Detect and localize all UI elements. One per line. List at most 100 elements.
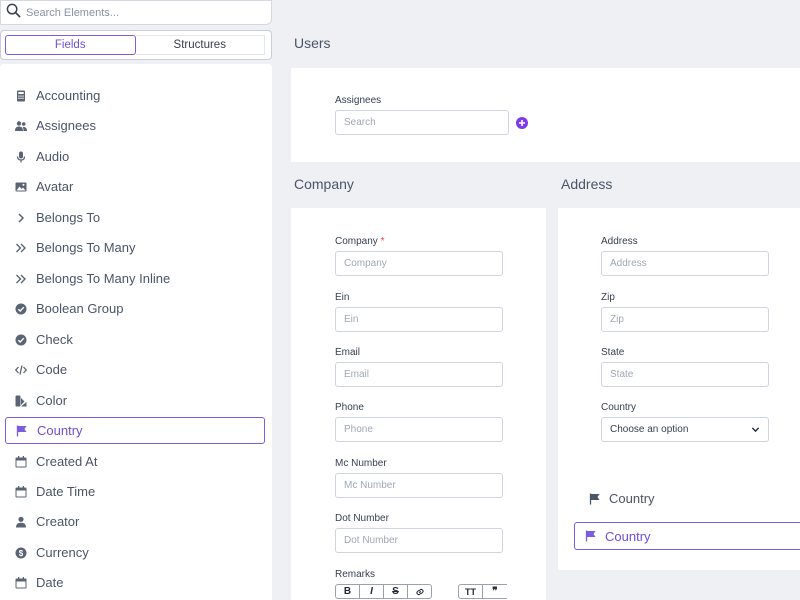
ein-label: Ein bbox=[335, 292, 350, 303]
sidebar-item-label: Assignees bbox=[36, 118, 96, 133]
double-chevron-right-icon bbox=[14, 272, 27, 285]
sidebar-item-check[interactable]: Check bbox=[5, 326, 265, 353]
remarks-label: Remarks bbox=[335, 569, 376, 580]
microphone-icon bbox=[14, 150, 27, 163]
country-select-value: Choose an option bbox=[610, 424, 689, 435]
sidebar-item-belongs-to[interactable]: Belongs To bbox=[5, 204, 265, 231]
drop-target-country[interactable]: Country bbox=[574, 522, 800, 550]
address-panel: Address Zip State Country Choose an opti… bbox=[558, 208, 800, 570]
sidebar-item-date[interactable]: Date bbox=[5, 569, 265, 596]
dollar-circle-icon: $ bbox=[14, 546, 27, 559]
sidebar-item-label: Accounting bbox=[36, 88, 101, 103]
company-input[interactable] bbox=[335, 251, 503, 276]
sidebar-item-label: Currency bbox=[36, 545, 89, 560]
sidebar-item-belongs-to-many-inline[interactable]: Belongs To Many Inline bbox=[5, 265, 265, 292]
address-label: Address bbox=[601, 236, 638, 247]
search-input[interactable] bbox=[26, 6, 256, 19]
sidebar-item-label: Code bbox=[36, 362, 68, 377]
tab-structures[interactable]: Structures bbox=[135, 35, 265, 55]
italic-button[interactable]: I bbox=[359, 584, 384, 599]
sidebar-item-currency[interactable]: $ Currency bbox=[5, 539, 265, 566]
company-section-title: Company bbox=[294, 176, 354, 192]
country-select[interactable]: Choose an option bbox=[601, 417, 769, 442]
sidebar-item-date-time[interactable]: Date Time bbox=[5, 478, 265, 505]
calendar-icon bbox=[14, 455, 27, 468]
chevron-right-icon bbox=[14, 211, 27, 224]
sidebar-item-label: Creator bbox=[36, 514, 80, 529]
state-input[interactable] bbox=[601, 362, 769, 387]
drop-target-label: Country bbox=[605, 528, 651, 544]
required-indicator: * bbox=[380, 236, 385, 247]
sidebar-item-label: Belongs To bbox=[36, 210, 101, 225]
sidebar-item-label: Belongs To Many Inline bbox=[36, 271, 171, 286]
link-button[interactable] bbox=[407, 584, 432, 599]
sidebar-item-label: Color bbox=[36, 393, 68, 408]
mc-number-input[interactable] bbox=[335, 473, 503, 498]
phone-label: Phone bbox=[335, 402, 364, 413]
sidebar-header: Fields Structures bbox=[0, 0, 272, 62]
zip-label: Zip bbox=[601, 292, 615, 303]
sidebar-item-label: Check bbox=[36, 332, 73, 347]
sidebar-item-color[interactable]: Color bbox=[5, 387, 265, 414]
remarks-toolbar-format: TT ❞ bbox=[458, 584, 507, 599]
palette-icon bbox=[14, 394, 27, 407]
email-input[interactable] bbox=[335, 362, 503, 387]
svg-text:$: $ bbox=[18, 549, 23, 558]
sidebar-item-avatar[interactable]: Avatar bbox=[5, 173, 265, 200]
users-icon bbox=[14, 119, 27, 132]
chevron-down-icon bbox=[751, 427, 760, 433]
dot-number-input[interactable] bbox=[335, 528, 503, 553]
dragged-country-field[interactable]: Country bbox=[589, 491, 655, 506]
zip-input[interactable] bbox=[601, 307, 769, 332]
country-label: Country bbox=[601, 402, 637, 413]
address-input[interactable] bbox=[601, 251, 769, 276]
user-icon bbox=[14, 515, 27, 528]
double-chevron-right-icon bbox=[14, 241, 27, 254]
flag-icon bbox=[589, 493, 600, 504]
sidebar-item-assignees[interactable]: Assignees bbox=[5, 112, 265, 139]
sidebar-item-label: Belongs To Many bbox=[36, 240, 136, 255]
dragged-field-label: Country bbox=[609, 491, 655, 506]
calendar-icon bbox=[14, 485, 27, 498]
search-icon bbox=[6, 3, 21, 23]
sidebar-item-audio[interactable]: Audio bbox=[5, 143, 265, 170]
heading-button[interactable]: TT bbox=[458, 584, 483, 599]
state-label: State bbox=[601, 347, 625, 358]
remarks-toolbar: B I S bbox=[335, 584, 432, 599]
flag-icon bbox=[15, 424, 28, 437]
users-section-title: Users bbox=[294, 35, 331, 51]
phone-input[interactable] bbox=[335, 417, 503, 442]
sidebar-item-accounting[interactable]: Accounting bbox=[5, 82, 265, 109]
sidebar-item-label: Created At bbox=[36, 454, 98, 469]
check-circle-icon bbox=[14, 333, 27, 346]
sidebar-item-created-at[interactable]: Created At bbox=[5, 448, 265, 475]
sidebar-item-label: Audio bbox=[36, 149, 70, 164]
sidebar-item-label: Date Time bbox=[36, 484, 96, 499]
sidebar-item-belongs-to-many[interactable]: Belongs To Many bbox=[5, 234, 265, 261]
ein-input[interactable] bbox=[335, 307, 503, 332]
company-panel: Company * Ein Email Phone Mc Number Dot … bbox=[291, 208, 546, 600]
sidebar-item-boolean-group[interactable]: Boolean Group bbox=[5, 295, 265, 322]
sidebar-item-country[interactable]: Country bbox=[5, 417, 265, 444]
sidebar-item-label: Country bbox=[37, 423, 83, 438]
add-assignee-button[interactable] bbox=[516, 117, 528, 129]
calculator-icon bbox=[14, 89, 27, 102]
calendar-icon bbox=[14, 576, 27, 589]
address-section-title: Address bbox=[561, 176, 613, 192]
users-panel: Assignees bbox=[291, 68, 800, 162]
sidebar-field-list: Accounting Assignees Audio Avatar Belong… bbox=[0, 64, 272, 600]
bold-button[interactable]: B bbox=[335, 584, 360, 599]
code-icon bbox=[14, 363, 27, 376]
assignees-search-input[interactable] bbox=[335, 110, 509, 135]
sidebar-item-code[interactable]: Code bbox=[5, 356, 265, 383]
tab-fields[interactable]: Fields bbox=[5, 35, 136, 55]
image-icon bbox=[14, 180, 27, 193]
sidebar-item-creator[interactable]: Creator bbox=[5, 508, 265, 535]
quote-button[interactable]: ❞ bbox=[482, 584, 507, 599]
dot-number-label: Dot Number bbox=[335, 513, 389, 524]
element-search[interactable] bbox=[0, 0, 272, 25]
sidebar-tabs: Fields Structures bbox=[0, 30, 272, 60]
link-icon bbox=[415, 588, 424, 595]
strikethrough-button[interactable]: S bbox=[383, 584, 408, 599]
assignees-label: Assignees bbox=[335, 95, 382, 106]
